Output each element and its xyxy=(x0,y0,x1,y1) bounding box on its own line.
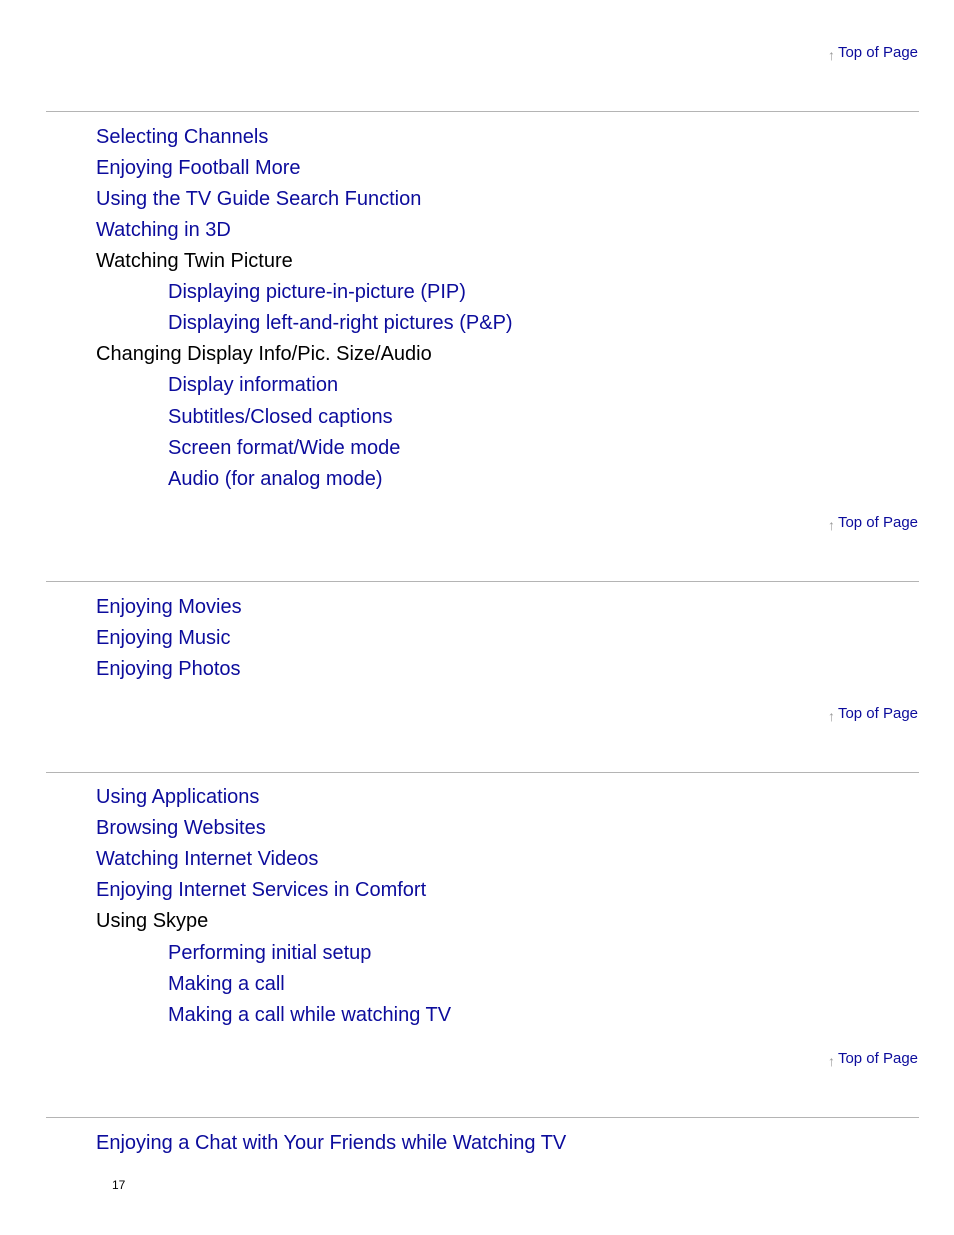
section-divider xyxy=(46,111,919,112)
toc-link-enjoying-photos[interactable]: Enjoying Photos xyxy=(96,657,241,681)
top-of-page-link[interactable]: ↑ Top of Page xyxy=(827,1050,918,1069)
toc-link-watching-3d[interactable]: Watching in 3D xyxy=(96,218,231,242)
toc-link-tv-guide-search[interactable]: Using the TV Guide Search Function xyxy=(96,187,421,211)
section-divider xyxy=(46,1117,919,1118)
arrow-up-icon: ↑ xyxy=(827,707,835,724)
toc-link-internet-services[interactable]: Enjoying Internet Services in Comfort xyxy=(96,878,426,902)
toc-link-making-call[interactable]: Making a call xyxy=(168,972,285,996)
top-of-page-label: Top of Page xyxy=(837,705,918,722)
toc-heading-using-skype: Using Skype xyxy=(96,910,209,932)
arrow-up-icon: ↑ xyxy=(827,46,835,63)
toc-link-browsing-websites[interactable]: Browsing Websites xyxy=(96,816,266,840)
toc-heading-display-info: Changing Display Info/Pic. Size/Audio xyxy=(96,343,432,365)
page-number: 17 xyxy=(112,1178,126,1192)
top-of-page-label: Top of Page xyxy=(837,514,918,531)
section-divider xyxy=(46,772,919,773)
top-of-page-label: Top of Page xyxy=(837,44,918,61)
arrow-up-icon: ↑ xyxy=(827,516,835,533)
top-of-page-label: Top of Page xyxy=(837,1050,918,1067)
toc-link-enjoying-football[interactable]: Enjoying Football More xyxy=(96,156,301,180)
toc-link-enjoying-movies[interactable]: Enjoying Movies xyxy=(96,595,242,619)
top-of-page-link[interactable]: ↑ Top of Page xyxy=(827,514,918,533)
arrow-up-icon: ↑ xyxy=(827,1052,835,1069)
toc-link-display-information[interactable]: Display information xyxy=(168,373,338,397)
top-of-page-link[interactable]: ↑ Top of Page xyxy=(827,44,918,63)
toc-link-initial-setup[interactable]: Performing initial setup xyxy=(168,941,371,965)
top-of-page-link[interactable]: ↑ Top of Page xyxy=(827,705,918,724)
toc-link-subtitles[interactable]: Subtitles/Closed captions xyxy=(168,405,393,429)
toc-link-chat-with-friends[interactable]: Enjoying a Chat with Your Friends while … xyxy=(96,1131,566,1155)
toc-link-pap[interactable]: Displaying left-and-right pictures (P&P) xyxy=(168,311,513,335)
toc-heading-twin-picture: Watching Twin Picture xyxy=(96,250,293,272)
toc-link-selecting-channels[interactable]: Selecting Channels xyxy=(96,125,268,149)
toc-link-enjoying-music[interactable]: Enjoying Music xyxy=(96,626,231,650)
toc-link-pip[interactable]: Displaying picture-in-picture (PIP) xyxy=(168,280,466,304)
toc-link-audio-analog[interactable]: Audio (for analog mode) xyxy=(168,467,383,491)
toc-link-screen-format[interactable]: Screen format/Wide mode xyxy=(168,436,400,460)
toc-link-using-applications[interactable]: Using Applications xyxy=(96,785,259,809)
toc-link-internet-videos[interactable]: Watching Internet Videos xyxy=(96,847,318,871)
section-divider xyxy=(46,581,919,582)
toc-link-call-watching-tv[interactable]: Making a call while watching TV xyxy=(168,1003,451,1027)
